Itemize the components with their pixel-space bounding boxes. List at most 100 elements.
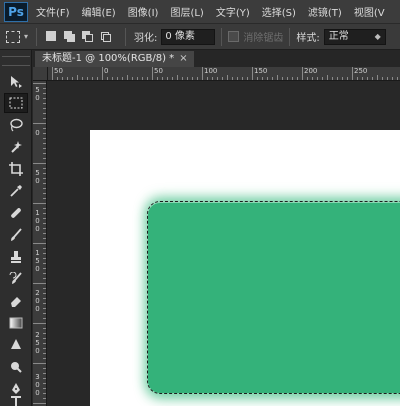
ruler-left-label: 1 [35,209,40,217]
ruler-tick [302,67,303,80]
ruler-left-label: 1 [35,249,40,257]
clone-stamp-icon[interactable] [4,247,28,267]
ruler-tick [43,393,46,394]
ruler-left-label: 0 [35,381,40,389]
ruler-left-label: 0 [35,265,40,273]
ruler-top-label: 150 [254,67,268,75]
gradient-icon[interactable] [4,313,28,333]
ruler-top-label: 50 [154,67,163,75]
ruler-left-label: 0 [35,297,40,305]
ruler-tick [43,368,46,369]
ruler-tick [43,178,46,179]
ruler-tick [43,388,46,389]
type-icon[interactable] [4,396,28,406]
menu-layer[interactable]: 图层(L) [170,4,203,19]
ruler-tick [43,378,46,379]
antialias-checkbox[interactable] [228,31,240,42]
ruler-tick [43,108,46,109]
lasso-icon[interactable] [4,115,28,135]
ruler-tick [177,75,178,80]
document-canvas[interactable] [90,130,400,406]
ruler-tick [43,148,46,149]
style-select[interactable]: 正常 ◆ [323,28,386,45]
ruler-tick [43,303,46,304]
divider [36,27,38,46]
eraser-icon[interactable] [4,291,28,311]
ruler-tick [132,77,133,80]
blur-icon[interactable] [4,335,28,355]
document-tab[interactable]: 未标题-1 @ 100%(RGB/8) * × [35,51,194,67]
marching-ants-selection [147,201,400,394]
ruler-tick [352,67,353,80]
menu-view[interactable]: 视图(V [354,4,385,19]
history-brush-icon[interactable] [4,269,28,289]
preset-dropdown-icon[interactable]: ▾ [24,32,28,41]
ruler-tick [72,77,73,80]
marquee-preset-icon[interactable] [6,30,20,43]
ruler-tick [397,77,398,80]
horizontal-ruler[interactable]: 50050100150200250300 [48,67,400,81]
ruler-left-label: 5 [35,169,40,177]
ruler-tick [257,77,258,80]
menu-file[interactable]: 文件(F) [36,4,70,19]
ruler-tick [43,338,46,339]
ruler-tick [33,323,46,324]
ruler-tick [43,193,46,194]
menu-image[interactable]: 图像(I) [128,4,159,19]
subtract-from-selection-icon[interactable] [81,30,94,43]
ruler-tick [43,168,46,169]
quick-selection-icon[interactable] [4,137,28,157]
ruler-tick [43,133,46,134]
close-icon[interactable]: × [179,53,187,64]
add-to-selection-icon[interactable] [63,30,76,43]
eyedropper-icon[interactable] [4,181,28,201]
menu-select[interactable]: 选择(S) [262,4,296,19]
ruler-tick [43,213,46,214]
ruler-tick [342,77,343,80]
ruler-tick [43,183,46,184]
menu-type[interactable]: 文字(Y) [216,4,250,19]
ruler-tick [33,363,46,364]
move-tool-icon[interactable] [4,72,28,92]
ruler-tick [187,77,188,80]
ruler-tick [382,77,383,80]
menu-edit[interactable]: 编辑(E) [82,4,116,19]
ruler-left-label: 0 [35,129,40,137]
ruler-tick [43,258,46,259]
ruler-tick [43,248,46,249]
ruler-tick [112,77,113,80]
ruler-tick [33,163,46,164]
panel-grip[interactable] [2,56,30,66]
divider [125,27,127,46]
brush-icon[interactable] [4,225,28,245]
menu-filter[interactable]: 滤镜(T) [308,4,342,19]
ruler-tick [232,77,233,80]
ruler-tick [43,308,46,309]
ruler-tick [337,77,338,80]
ruler-tick [43,293,46,294]
divider [221,27,223,46]
ruler-left-label: 0 [35,347,40,355]
ruler-left-label: 0 [35,305,40,313]
healing-brush-icon[interactable] [4,203,28,223]
intersect-selection-icon[interactable] [99,30,112,43]
ruler-tick [43,128,46,129]
ruler-top-label: 250 [354,67,368,75]
ruler-tick [247,77,248,80]
ruler-tick [43,198,46,199]
ruler-tick [33,123,46,124]
ruler-origin[interactable] [33,67,48,81]
ruler-tick [157,77,158,80]
tools-panel [0,50,32,406]
ruler-tick [92,77,93,80]
dodge-icon[interactable] [4,357,28,377]
ruler-tick [43,188,46,189]
rectangular-marquee-icon[interactable] [4,93,28,113]
menu-bar: Ps 文件(F) 编辑(E) 图像(I) 图层(L) 文字(Y) 选择(S) 滤… [0,0,400,24]
ruler-tick [102,67,103,80]
crop-icon[interactable] [4,159,28,179]
feather-input[interactable]: 0 像素 [161,28,216,45]
ruler-tick [292,77,293,80]
new-selection-icon[interactable] [45,30,58,43]
vertical-ruler[interactable]: 50050100150200250300 [33,81,47,406]
